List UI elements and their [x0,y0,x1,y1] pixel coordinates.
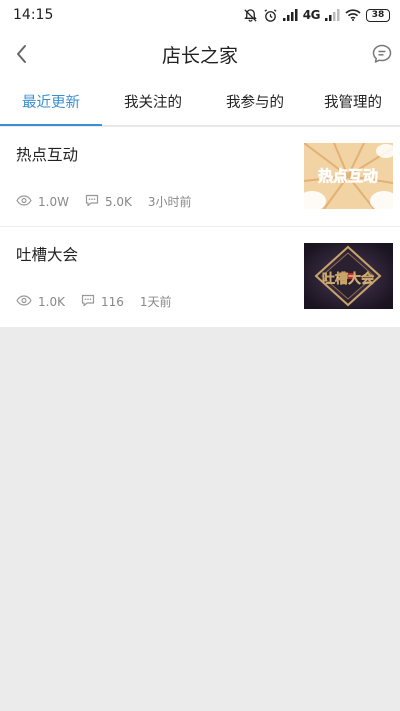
topic-list: 热点互动 1.0W 5.0K 3小时前 热点互动 吐槽大会 1.0K 116 1… [0,127,400,327]
item-thumbnail: 热点互动 [304,143,393,209]
item-title: 热点互动 [16,146,79,164]
tab-managed[interactable]: 我管理的 [306,78,400,125]
thumbnail-text: 热点互动 [318,167,378,185]
signal-icon [282,9,298,21]
list-item[interactable]: 热点互动 1.0W 5.0K 3小时前 热点互动 [0,127,400,227]
nav-bar: 店长之家 [0,30,400,78]
item-time: 1天前 [139,295,172,309]
eye-icon [16,194,32,209]
page-title: 店长之家 [161,44,238,67]
view-count: 1.0W [38,194,69,209]
comment-count: 116 [100,294,124,309]
notifications-off-icon [243,8,258,23]
tab-participated[interactable]: 我参与的 [204,78,306,125]
tab-following[interactable]: 我关注的 [102,78,204,125]
tab-recent[interactable]: 最近更新 [0,78,102,126]
message-icon[interactable] [370,42,394,66]
alarm-icon [263,8,278,23]
item-thumbnail: 吐槽大会 [304,243,393,309]
item-time: 3小时前 [147,195,192,209]
status-time: 14:15 [13,7,54,23]
tab-bar: 最近更新 我关注的 我参与的 我管理的 [0,78,400,126]
item-title: 吐槽大会 [16,246,79,264]
item-meta: 1.0K 116 1天前 [16,293,172,310]
status-bar: 14:15 4G 38 [0,0,400,30]
item-meta: 1.0W 5.0K 3小时前 [16,193,192,210]
list-item[interactable]: 吐槽大会 1.0K 116 1天前 吐槽大会 [0,227,400,327]
wifi-icon [345,9,361,21]
eye-icon [16,294,32,309]
signal-icon-2 [325,9,340,21]
comment-icon [81,294,95,310]
comment-icon [85,194,99,210]
comment-count: 5.0K [104,194,132,209]
network-type: 4G [302,8,321,22]
battery-icon: 38 [366,8,390,22]
back-arrow-icon[interactable] [10,42,34,66]
status-icons: 4G 38 [243,8,390,23]
thumbnail-text: 吐槽大会 [322,271,375,287]
view-count: 1.0K [38,294,65,309]
